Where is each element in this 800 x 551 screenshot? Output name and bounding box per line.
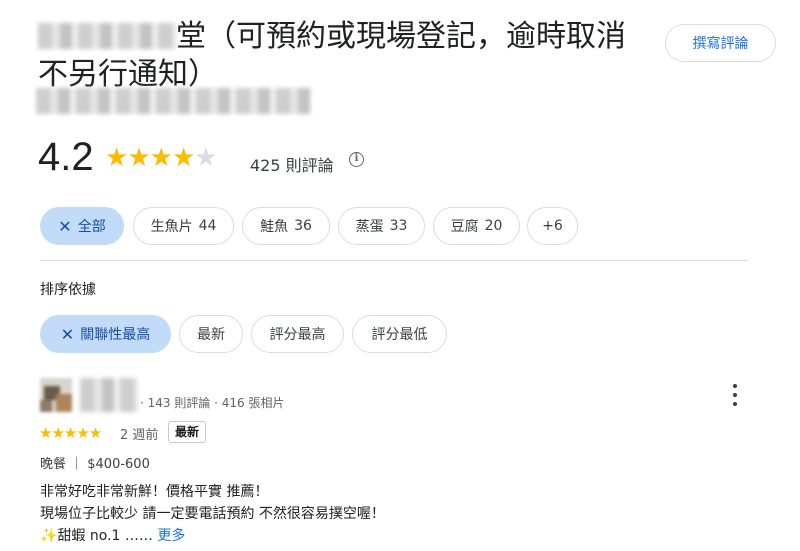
new-badge: 最新 — [168, 421, 207, 443]
review-text-line: ✨甜蝦 no.1 …… 更多 — [40, 525, 185, 545]
star-icon: ★ — [149, 143, 173, 173]
chip-label: 豆腐 — [450, 219, 479, 235]
sort-option-label: 評分最低 — [371, 327, 428, 343]
star-icon: ★ — [39, 424, 52, 442]
place-title: 堂（可預約或現場登記，逾時取消不另行通知） — [38, 18, 648, 94]
chip-tofu[interactable]: 豆腐 20 — [433, 207, 520, 245]
review-text-fragment: 甜蝦 no.1 …… — [57, 528, 153, 544]
review-count: 425 則評論 — [250, 156, 334, 175]
star-icon: ★ — [51, 424, 64, 442]
meal-price-info: 晚餐 ｜ $400-600 — [40, 457, 150, 472]
sort-option-label: 評分最高 — [269, 327, 326, 343]
close-icon: ✕ — [58, 216, 72, 236]
redacted-name — [38, 23, 176, 49]
review-stars: ★★★★★ — [39, 424, 102, 442]
chip-count: 36 — [294, 218, 312, 234]
star-icon: ★ — [88, 424, 102, 442]
chip-all[interactable]: ✕ 全部 — [40, 207, 124, 245]
chip-label: 鮭魚 — [260, 219, 289, 235]
more-link[interactable]: 更多 — [157, 528, 185, 544]
sort-label: 排序依據 — [40, 282, 96, 298]
divider — [40, 260, 748, 261]
chip-label: +6 — [542, 218, 563, 234]
close-icon: ✕ — [60, 324, 75, 344]
star-empty-icon: ★ — [194, 143, 217, 173]
sparkle-icon: ✨ — [40, 528, 58, 544]
review-text-line: 現場位子比較少 請一定要電話預約 不然很容易撲空喔！ — [40, 506, 385, 522]
redacted-address — [36, 88, 311, 114]
sort-newest[interactable]: 最新 — [179, 315, 243, 353]
chip-label: 全部 — [77, 219, 106, 235]
chip-more-topics[interactable]: +6 — [527, 207, 578, 245]
sort-option-label: 最新 — [197, 327, 225, 343]
reviewer-meta: · 143 則評論 · 416 張相片 — [140, 396, 285, 410]
sort-lowest[interactable]: 評分最低 — [352, 315, 447, 353]
chip-label: 生魚片 — [150, 219, 193, 235]
chip-sashimi[interactable]: 生魚片 44 — [133, 207, 234, 245]
chip-count: 44 — [198, 218, 217, 234]
chip-steamed-egg[interactable]: 蒸蛋 33 — [338, 207, 425, 245]
star-icon: ★ — [76, 424, 89, 442]
chip-label: 蒸蛋 — [355, 219, 384, 235]
chip-count: 20 — [484, 218, 503, 234]
review-text-line: 非常好吃非常新鮮！價格平實 推薦！ — [40, 484, 269, 500]
write-review-button[interactable]: 撰寫評論 — [665, 24, 776, 62]
more-options-icon[interactable] — [728, 384, 742, 406]
sort-highest[interactable]: 評分最高 — [251, 315, 344, 353]
star-icon: ★ — [105, 143, 128, 173]
sort-relevance[interactable]: ✕ 關聯性最高 — [40, 315, 171, 353]
star-icon: ★ — [171, 143, 195, 173]
star-icon: ★ — [63, 424, 77, 442]
rating-stars: ★★★★★ — [105, 143, 218, 173]
rating-score: 4.2 — [38, 135, 94, 179]
reviewer-name-redacted[interactable] — [80, 378, 138, 412]
review-time: 2 週前 — [120, 428, 159, 443]
chip-count: 33 — [389, 218, 408, 234]
info-icon[interactable]: i — [349, 152, 364, 167]
sort-option-label: 關聯性最高 — [80, 327, 151, 343]
star-icon: ★ — [127, 143, 150, 173]
chip-salmon[interactable]: 鮭魚 36 — [242, 207, 330, 245]
avatar[interactable] — [40, 378, 72, 412]
